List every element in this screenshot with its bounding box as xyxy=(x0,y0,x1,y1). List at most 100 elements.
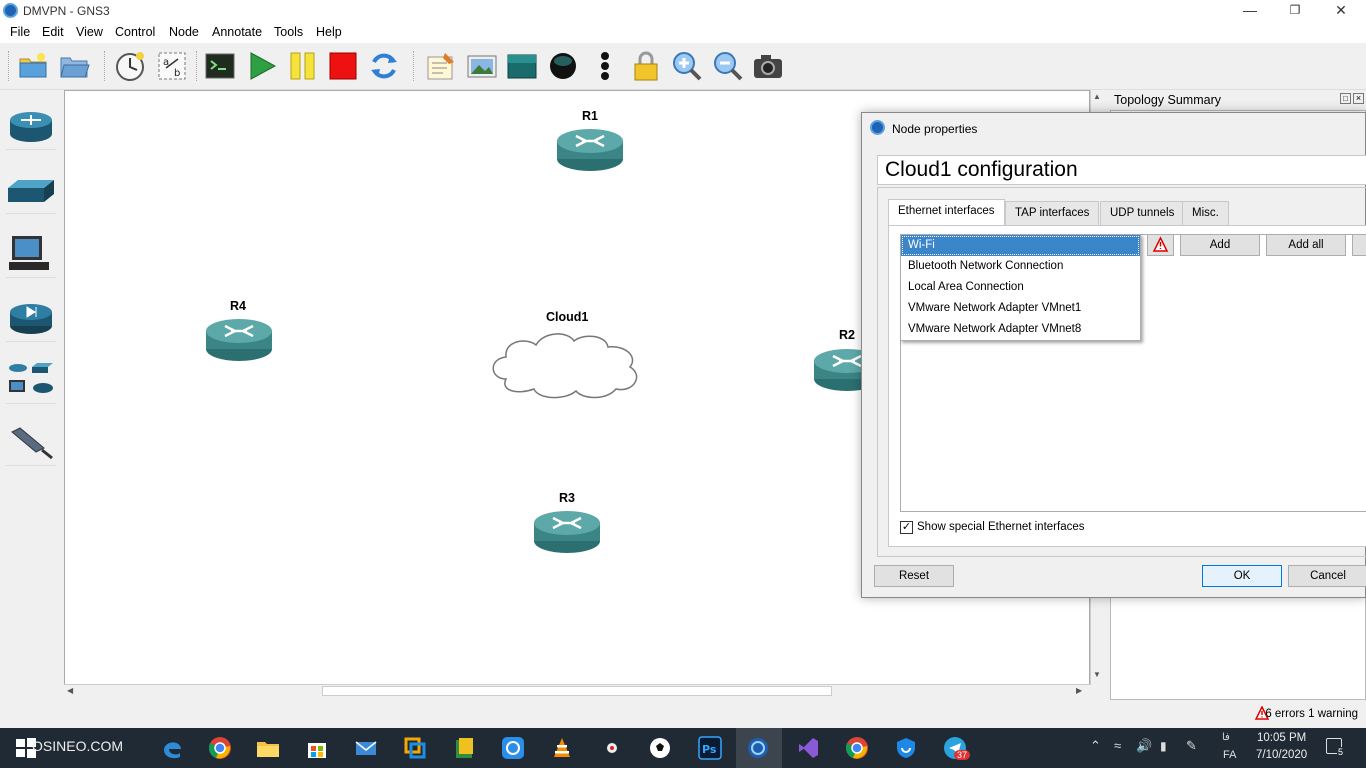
ok-button[interactable]: OK xyxy=(1202,565,1282,587)
clock-date[interactable]: 7/10/2020 xyxy=(1256,749,1307,761)
stop-icon[interactable] xyxy=(327,50,359,82)
menu-control[interactable]: Control xyxy=(115,25,155,39)
end-devices-icon[interactable] xyxy=(6,234,56,278)
edge-icon[interactable] xyxy=(160,736,184,760)
more-icon[interactable] xyxy=(589,50,621,82)
interface-option[interactable]: VMware Network Adapter VMnet1 xyxy=(901,298,1140,319)
battery-icon[interactable]: ▮ xyxy=(1160,739,1167,753)
menu-help[interactable]: Help xyxy=(316,25,342,39)
menu-tools[interactable]: Tools xyxy=(274,25,303,39)
all-devices-icon[interactable] xyxy=(6,360,56,404)
suspend-icon[interactable] xyxy=(287,50,319,82)
close-button[interactable]: ✕ xyxy=(1318,0,1364,22)
clock-time[interactable]: 10:05 PM xyxy=(1257,732,1306,744)
pen-icon[interactable]: ✎ xyxy=(1186,738,1197,754)
language-script[interactable]: فا xyxy=(1222,732,1230,743)
network-icon[interactable]: ≈ xyxy=(1114,738,1121,753)
router-r1[interactable] xyxy=(556,127,624,173)
console-icon[interactable] xyxy=(204,50,236,82)
delete-button[interactable] xyxy=(1352,234,1366,256)
canvas-horizontal-scrollbar[interactable]: ◀ ▶ xyxy=(64,684,1090,698)
daemon-icon[interactable] xyxy=(600,736,624,760)
tab-tap-interfaces[interactable]: TAP interfaces xyxy=(1005,201,1100,225)
interface-dropdown-popup[interactable]: Wi-Fi Bluetooth Network Connection Local… xyxy=(900,234,1141,341)
new-project-icon[interactable] xyxy=(17,50,49,82)
vlc-icon[interactable] xyxy=(550,736,574,760)
scrollbar-thumb[interactable] xyxy=(322,686,832,696)
sync-icon[interactable] xyxy=(501,736,525,760)
tab-udp-tunnels[interactable]: UDP tunnels xyxy=(1100,201,1185,225)
tab-misc[interactable]: Misc. xyxy=(1182,201,1229,225)
device-dock xyxy=(0,90,60,700)
vmware-icon[interactable] xyxy=(403,736,427,760)
volume-icon[interactable]: 🔊 xyxy=(1136,738,1152,754)
draw-ellipse-icon[interactable] xyxy=(547,50,579,82)
football-icon[interactable] xyxy=(648,736,672,760)
insert-image-icon[interactable] xyxy=(466,50,498,82)
reload-icon[interactable] xyxy=(368,50,400,82)
router-r4[interactable] xyxy=(205,317,273,363)
add-button[interactable]: Add xyxy=(1180,234,1260,256)
menu-edit[interactable]: Edit xyxy=(42,25,64,39)
lock-icon[interactable] xyxy=(630,50,662,82)
node-label-cloud1: Cloud1 xyxy=(546,310,589,324)
close-panel-icon[interactable]: × xyxy=(1353,93,1364,104)
minimize-button[interactable]: — xyxy=(1227,0,1273,22)
float-icon[interactable]: □ xyxy=(1340,93,1351,104)
svg-text:Ps: Ps xyxy=(702,743,717,756)
router-r3[interactable] xyxy=(533,509,601,555)
title-bar: DMVPN - GNS3 — ❐ ✕ xyxy=(0,0,1366,22)
tab-ethernet-interfaces[interactable]: Ethernet interfaces xyxy=(888,199,1005,226)
reset-button[interactable]: Reset xyxy=(874,565,954,587)
visual-studio-icon[interactable] xyxy=(796,736,820,760)
topology-summary-title: Topology Summary xyxy=(1114,93,1221,107)
warning-button[interactable] xyxy=(1147,234,1174,256)
windows-taskbar: OSINEO.COM Ps 37 ⌃ ≈ 🔊 ▮ ✎ فا FA 10:05 P… xyxy=(0,728,1366,768)
add-link-icon[interactable] xyxy=(6,422,56,466)
photoshop-icon[interactable]: Ps xyxy=(698,736,722,760)
configuration-title: Cloud1 configuration xyxy=(877,155,1366,185)
mail-icon[interactable] xyxy=(354,736,378,760)
shield-icon[interactable] xyxy=(894,736,918,760)
start-icon[interactable] xyxy=(246,50,278,82)
chrome-profile-icon[interactable] xyxy=(845,736,869,760)
menu-node[interactable]: Node xyxy=(169,25,199,39)
zoom-out-icon[interactable] xyxy=(712,50,744,82)
add-all-button[interactable]: Add all xyxy=(1266,234,1346,256)
store-icon[interactable] xyxy=(305,736,329,760)
interface-option[interactable]: Local Area Connection xyxy=(901,277,1140,298)
cancel-button[interactable]: Cancel xyxy=(1288,565,1366,587)
chevron-up-icon[interactable]: ⌃ xyxy=(1090,738,1101,754)
menu-annotate[interactable]: Annotate xyxy=(212,25,262,39)
interface-option[interactable]: Bluetooth Network Connection xyxy=(901,256,1140,277)
open-project-icon[interactable] xyxy=(58,50,90,82)
add-note-icon[interactable] xyxy=(425,50,457,82)
gns3-icon[interactable] xyxy=(746,736,770,760)
interface-option[interactable]: Wi-Fi xyxy=(901,235,1140,256)
watermark: OSINEO.COM xyxy=(32,738,124,754)
routers-icon[interactable] xyxy=(6,106,56,150)
security-devices-icon[interactable] xyxy=(6,298,56,342)
dialog-title: Node properties xyxy=(892,122,978,136)
snapshot-clock-icon[interactable] xyxy=(114,50,146,82)
menu-bar: File Edit View Control Node Annotate Too… xyxy=(0,22,1366,43)
cloud-cloud1[interactable] xyxy=(486,329,646,401)
draw-rectangle-icon[interactable] xyxy=(506,50,538,82)
node-label-r1: R1 xyxy=(582,109,598,123)
dictionary-icon[interactable] xyxy=(452,736,476,760)
language-indicator[interactable]: FA xyxy=(1223,749,1236,761)
chrome-icon[interactable] xyxy=(208,736,232,760)
show-interface-labels-icon[interactable]: a b xyxy=(156,50,188,82)
menu-file[interactable]: File xyxy=(10,25,30,39)
interface-option[interactable]: VMware Network Adapter VMnet8 xyxy=(901,319,1140,340)
screenshot-icon[interactable] xyxy=(752,50,784,82)
zoom-in-icon[interactable] xyxy=(671,50,703,82)
error-status[interactable]: 6 errors 1 warning xyxy=(1265,708,1358,720)
toolbar-separator xyxy=(413,51,415,81)
switches-icon[interactable] xyxy=(6,170,56,214)
show-special-checkbox[interactable]: ✓ xyxy=(900,521,913,534)
show-special-label: Show special Ethernet interfaces xyxy=(917,521,1085,533)
file-explorer-icon[interactable] xyxy=(256,736,280,760)
restore-button[interactable]: ❐ xyxy=(1272,0,1318,22)
menu-view[interactable]: View xyxy=(76,25,103,39)
